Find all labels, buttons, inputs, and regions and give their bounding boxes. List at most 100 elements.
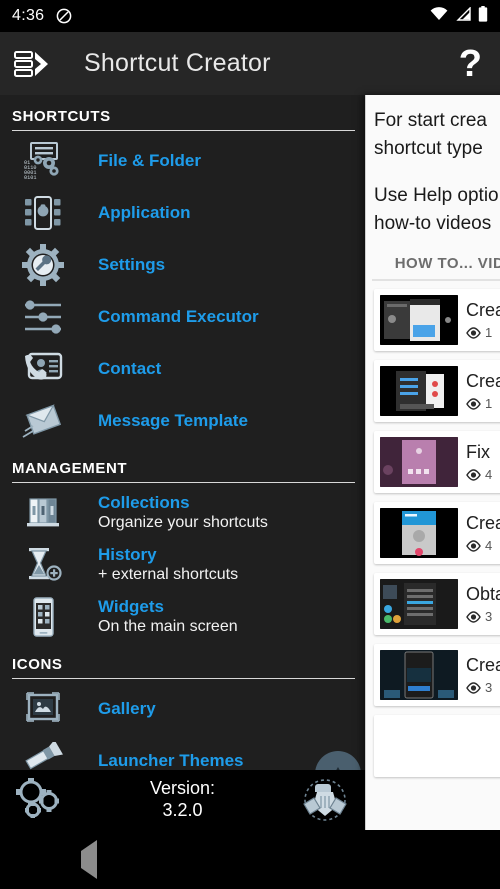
eye-icon (466, 540, 481, 552)
picture-frame-icon (12, 686, 74, 732)
help-button[interactable]: ? (459, 45, 486, 83)
android-nav-bar (0, 830, 500, 889)
eye-icon (466, 469, 481, 481)
phone-widgets-icon (12, 594, 74, 640)
help-panel[interactable]: For start crea shortcut type Use Help op… (365, 95, 500, 830)
video-thumbnail (380, 295, 458, 346)
sidebar-item-command-executor[interactable]: Command Executor (0, 291, 365, 343)
eye-icon (466, 611, 481, 623)
section-divider (12, 482, 355, 483)
envelope-icon (12, 398, 74, 444)
sidebar-item-gallery[interactable]: Gallery (0, 683, 365, 735)
sidebar-item-message-template[interactable]: Message Template (0, 395, 365, 447)
video-title: Crea (466, 654, 500, 675)
sidebar-item-subtitle: Organize your shortcuts (98, 514, 268, 532)
sidebar-item-settings[interactable]: Settings (0, 239, 365, 291)
sidebar-item-label: Gallery (98, 699, 156, 719)
svg-text:0101: 0101 (24, 175, 36, 181)
video-list-item[interactable]: Crea 1 (374, 360, 500, 423)
eye-icon (466, 327, 481, 339)
sidebar-item-label: Widgets (98, 596, 164, 616)
video-view-count: 4 (485, 538, 493, 554)
paint-brush-icon (12, 738, 74, 770)
sidebar-item-label: Collections (98, 492, 190, 512)
video-meta: 4 (466, 538, 500, 553)
version-label: Version: (149, 778, 216, 799)
sidebar-item-text: File & Folder (98, 150, 201, 171)
sidebar-item-launcher-themes[interactable]: Launcher Themes (0, 735, 365, 770)
video-list-item[interactable]: Crea 1 (374, 289, 500, 352)
video-meta: 3 (466, 609, 500, 624)
video-view-count: 1 (485, 325, 493, 341)
video-title: Crea (466, 370, 500, 391)
video-list-item[interactable]: Crea 3 (374, 644, 500, 707)
video-view-count: 4 (485, 467, 493, 483)
sidebar-item-file-folder[interactable]: 01 0110 0001 0101 File & Folder (0, 135, 365, 187)
video-thumbnail (380, 579, 458, 630)
wifi-icon (430, 6, 448, 26)
video-list-item[interactable] (374, 715, 500, 778)
file-folder-icon: 01 0110 0001 0101 (12, 138, 74, 184)
gears-icon[interactable] (0, 777, 80, 823)
sidebar-item-label: Launcher Themes (98, 751, 244, 770)
sidebar-item-text: Collections Organize your shortcuts (98, 492, 268, 534)
sidebar-item-text: Message Template (98, 410, 248, 431)
sliders-icon (12, 294, 74, 340)
video-view-count: 1 (485, 396, 493, 412)
battery-full-icon (478, 5, 488, 27)
section-header: MANAGEMENT (12, 460, 128, 477)
video-title: Obta (466, 583, 500, 604)
video-info: Crea 4 (466, 513, 500, 554)
application-icon (12, 190, 74, 236)
sidebar-item-text: History + external shortcuts (98, 544, 238, 586)
help-intro-line2: shortcut type (374, 137, 483, 159)
video-thumbnail (380, 437, 458, 488)
nav-back-icon[interactable] (80, 839, 97, 879)
video-info: Crea 1 (466, 371, 500, 412)
drawer-section-icons: ICONS Gallery Launcher Themes (0, 643, 365, 770)
eye-icon (466, 398, 481, 410)
shortcut-creator-logo-icon[interactable] (14, 47, 54, 81)
contact-card-icon (12, 346, 74, 392)
video-title: Crea (466, 299, 500, 320)
app-screen: 4:36 Shortcut Creator ? SHORTCUTS 01 011… (0, 0, 500, 889)
video-list-item[interactable]: Fix 4 (374, 431, 500, 494)
sidebar-item-application[interactable]: Application (0, 187, 365, 239)
sidebar-item-text: Contact (98, 358, 161, 379)
video-meta: 1 (466, 325, 500, 340)
sidebar-item-contact[interactable]: Contact (0, 343, 365, 395)
video-meta: 4 (466, 467, 492, 482)
sidebar-item-text: Command Executor (98, 306, 259, 327)
helping-hands-icon[interactable] (285, 776, 365, 824)
drawer-section-management: MANAGEMENT Collections Organize your sho… (0, 447, 365, 643)
how-to-videos-header: HOW TO... VID (394, 255, 500, 273)
status-bar: 4:36 (0, 0, 500, 32)
video-title: Crea (466, 512, 500, 533)
help-intro-line1: For start crea (374, 110, 487, 131)
video-info: Obta 3 (466, 584, 500, 625)
sidebar-item-text: Application (98, 202, 191, 223)
help-intro-text: For start crea shortcut type Use Help op… (366, 95, 500, 237)
page-title: Shortcut Creator (84, 49, 271, 77)
video-list-item[interactable]: Obta 3 (374, 573, 500, 636)
version-info: Version: 3.2.0 (80, 778, 285, 821)
sidebar-item-label: Command Executor (98, 307, 259, 327)
drawer-section-shortcuts: SHORTCUTS 01 0110 0001 0101 File & Folde… (0, 95, 365, 447)
video-thumbnail (380, 366, 458, 417)
do-not-disturb-icon (56, 8, 72, 24)
sidebar-item-label: Application (98, 203, 191, 223)
sidebar-item-label: Contact (98, 359, 162, 379)
sidebar-item-text: Settings (98, 254, 165, 275)
sidebar-item-widgets[interactable]: Widgets On the main screen (0, 591, 365, 643)
help-intro-line4: how-to videos (374, 212, 492, 234)
sidebar-item-text: Gallery (98, 698, 156, 719)
sidebar-item-history[interactable]: History + external shortcuts (0, 539, 365, 591)
status-bar-clock: 4:36 (12, 7, 45, 24)
hourglass-plus-icon (12, 542, 74, 588)
video-info: Crea 1 (466, 300, 500, 341)
version-number: 3.2.0 (162, 800, 203, 820)
video-list-item[interactable]: Crea 4 (374, 502, 500, 565)
sidebar-item-collections[interactable]: Collections Organize your shortcuts (0, 487, 365, 539)
navigation-drawer[interactable]: SHORTCUTS 01 0110 0001 0101 File & Folde… (0, 95, 365, 770)
video-view-count: 3 (485, 609, 493, 625)
